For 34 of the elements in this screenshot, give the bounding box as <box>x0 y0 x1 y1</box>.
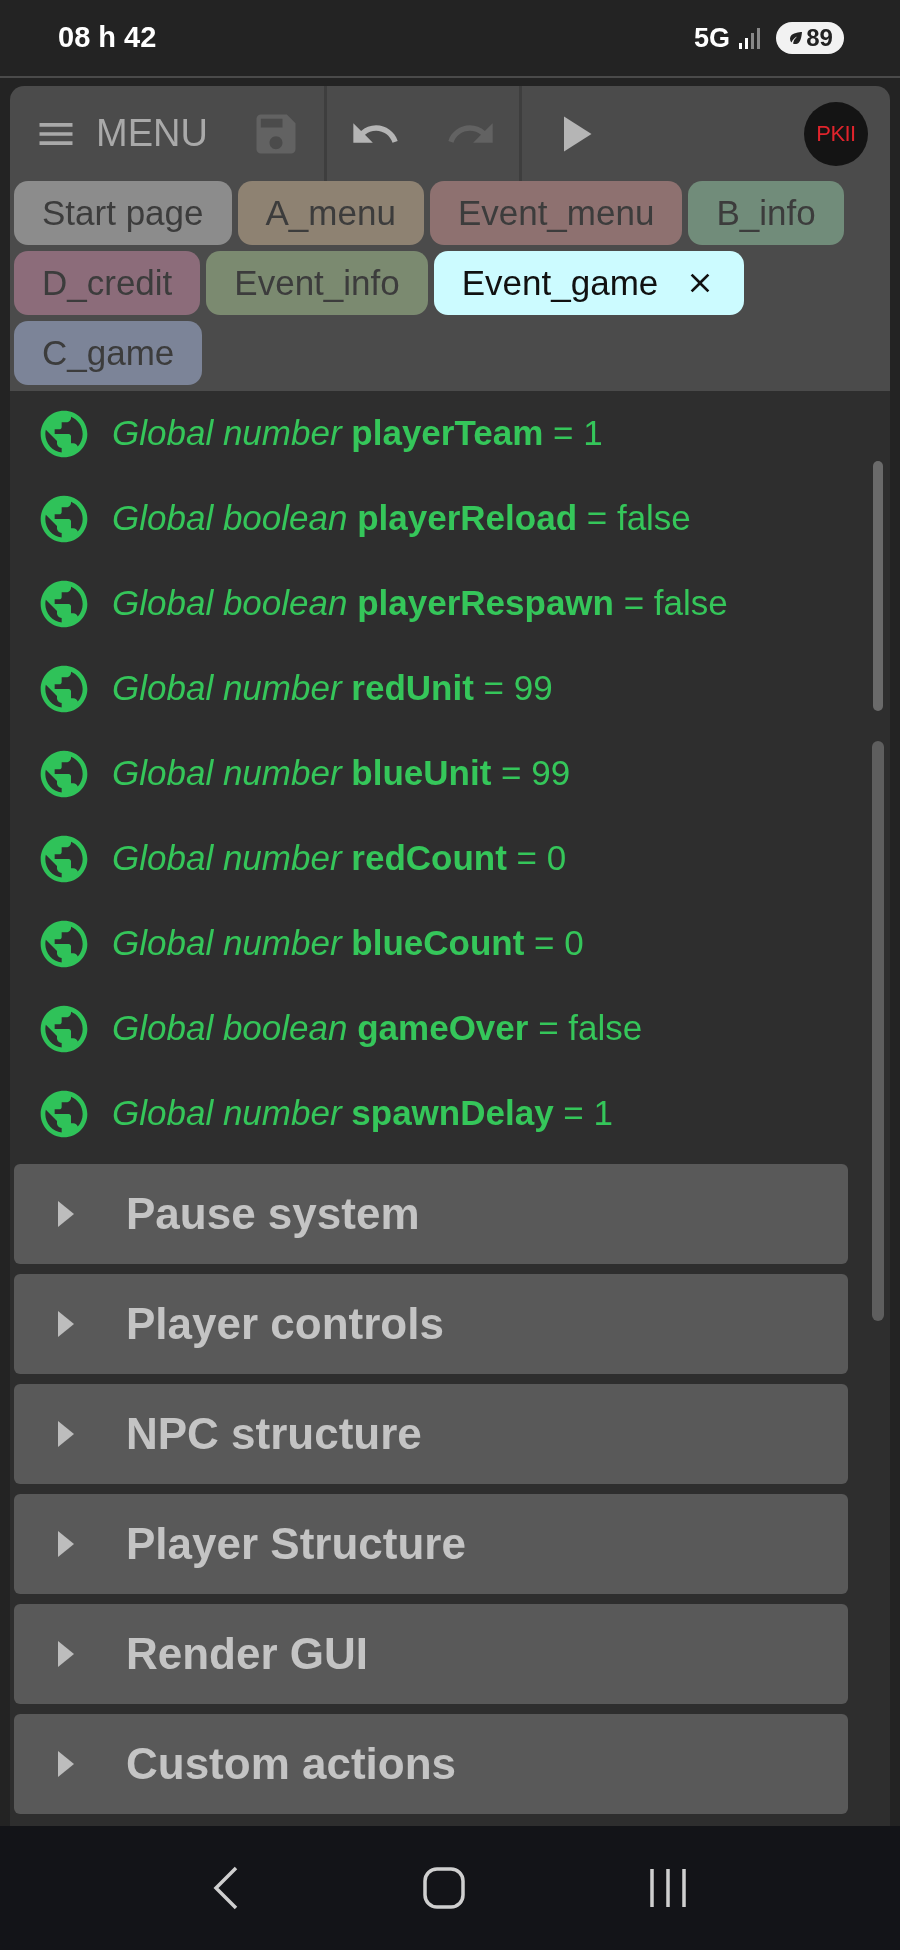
app-logo[interactable]: PKII <box>804 101 868 166</box>
section-header[interactable]: Pause system <box>14 1164 848 1264</box>
battery-indicator: 89 <box>776 22 844 54</box>
variable-declaration[interactable]: Global number playerTeam = 1 <box>112 407 603 460</box>
tab[interactable]: Start page <box>14 181 232 245</box>
variable-declaration[interactable]: Global number blueUnit = 99 <box>112 747 571 800</box>
variable-declaration[interactable]: Global number spawnDelay = 1 <box>112 1087 613 1140</box>
back-icon[interactable] <box>211 1866 240 1910</box>
section-header[interactable]: Player controls <box>14 1274 848 1374</box>
variable-declaration[interactable]: Global boolean playerReload = false <box>112 492 691 545</box>
menu-button[interactable]: MENU <box>10 86 228 181</box>
clock: 08 h 42 <box>58 20 157 56</box>
variable-declaration[interactable]: Global boolean playerRespawn = false <box>112 577 728 630</box>
variable-declaration[interactable]: Global number blueCount = 0 <box>112 917 584 970</box>
tab[interactable]: Event_game <box>433 251 745 315</box>
section-header[interactable]: NPC structure <box>14 1384 848 1484</box>
variable-declaration[interactable]: Global number redCount = 0 <box>112 832 567 885</box>
section-header[interactable]: Custom actions <box>14 1714 848 1814</box>
signal-icon <box>738 26 762 50</box>
section-header[interactable]: Player Structure <box>14 1494 848 1594</box>
tab[interactable]: Event_info <box>206 251 428 315</box>
recent-apps-icon[interactable] <box>648 1867 689 1909</box>
tab[interactable]: C_game <box>14 321 203 385</box>
scrollbar-thumb[interactable] <box>872 741 884 1321</box>
tab[interactable]: Event_menu <box>429 181 683 245</box>
scrollbar-thumb[interactable] <box>873 461 883 711</box>
variable-declaration[interactable]: Global number redUnit = 99 <box>112 662 553 715</box>
tab[interactable]: D_credit <box>14 251 201 315</box>
variable-declaration[interactable]: Global boolean gameOver = false <box>112 1002 643 1055</box>
network-type: 5G <box>693 21 730 55</box>
section-header[interactable]: Render GUI <box>14 1604 848 1704</box>
home-icon[interactable] <box>423 1867 465 1909</box>
tab[interactable]: A_menu <box>237 181 424 245</box>
tab[interactable]: B_info <box>688 181 844 245</box>
